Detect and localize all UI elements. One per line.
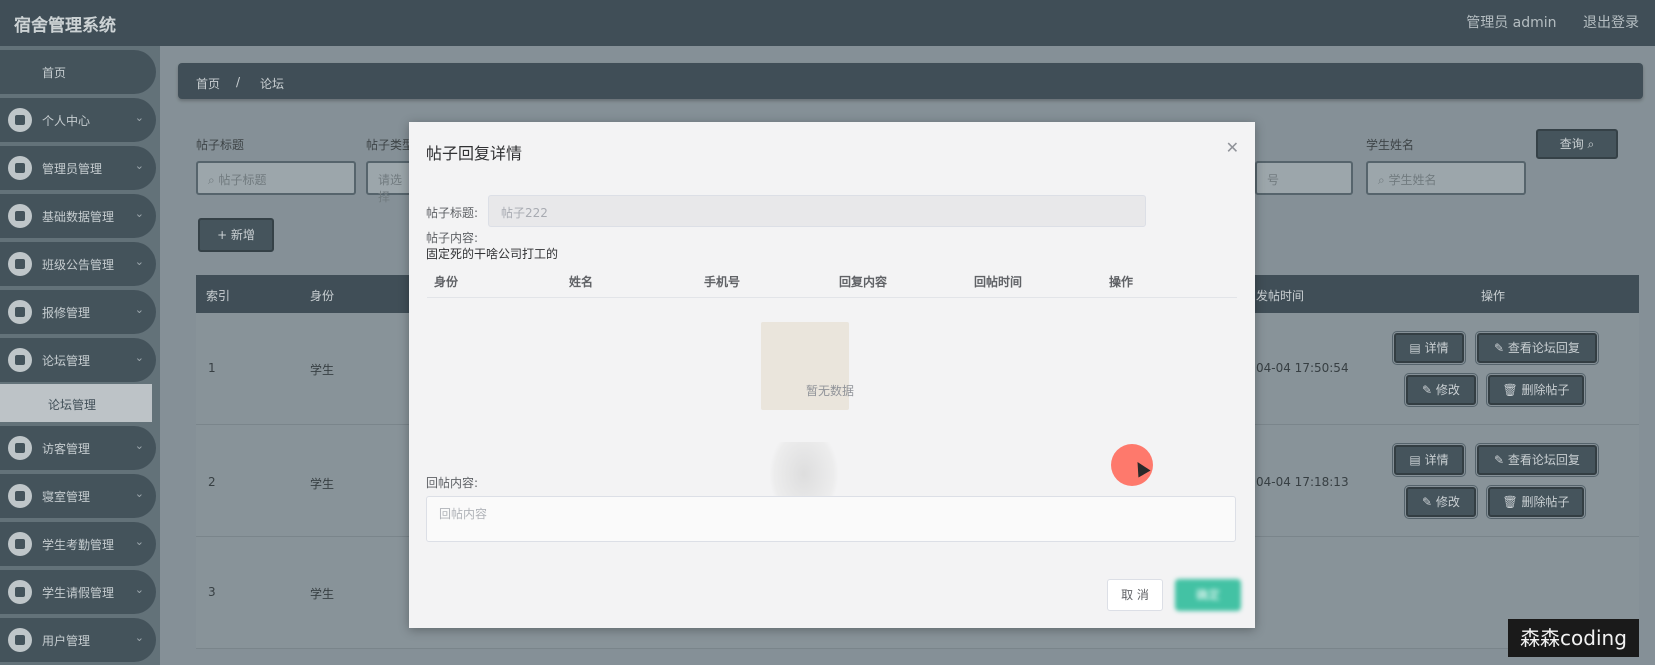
reply-content-placeholder: 回帖内容 bbox=[439, 507, 488, 521]
post-content-label: 帖子内容: bbox=[426, 231, 479, 245]
reply-header-content: 回复内容 bbox=[839, 275, 888, 289]
reply-content-textarea[interactable]: 回帖内容 bbox=[426, 496, 1236, 542]
confirm-button-label: 确定 bbox=[1195, 588, 1220, 602]
post-title-label: 帖子标题: bbox=[426, 206, 479, 220]
close-icon[interactable]: ✕ bbox=[1226, 138, 1239, 157]
post-title-field[interactable]: 帖子222 bbox=[488, 195, 1146, 227]
reply-header-identity: 身份 bbox=[434, 275, 459, 289]
reply-header-phone: 手机号 bbox=[704, 275, 741, 289]
reply-header-name: 姓名 bbox=[569, 275, 594, 289]
reply-header-actions: 操作 bbox=[1109, 275, 1134, 289]
empty-text: 暂无数据 bbox=[806, 384, 855, 398]
watermark: 森森coding bbox=[1508, 619, 1639, 657]
post-content-value: 固定死的干啥公司打工的 bbox=[426, 247, 559, 261]
reply-header-time: 回帖时间 bbox=[974, 275, 1023, 289]
cancel-button[interactable]: 取 消 bbox=[1107, 579, 1163, 611]
reply-content-label: 回帖内容: bbox=[426, 476, 479, 490]
cancel-button-label: 取 消 bbox=[1121, 588, 1149, 602]
post-title-value: 帖子222 bbox=[501, 206, 548, 220]
confirm-button[interactable]: 确定 bbox=[1175, 579, 1241, 611]
dialog-title: 帖子回复详情 bbox=[426, 144, 523, 163]
reply-detail-dialog: 帖子回复详情 ✕ 帖子标题: 帖子222 帖子内容: 固定死的干啥公司打工的 身… bbox=[409, 122, 1255, 628]
reply-table-divider bbox=[427, 297, 1237, 298]
